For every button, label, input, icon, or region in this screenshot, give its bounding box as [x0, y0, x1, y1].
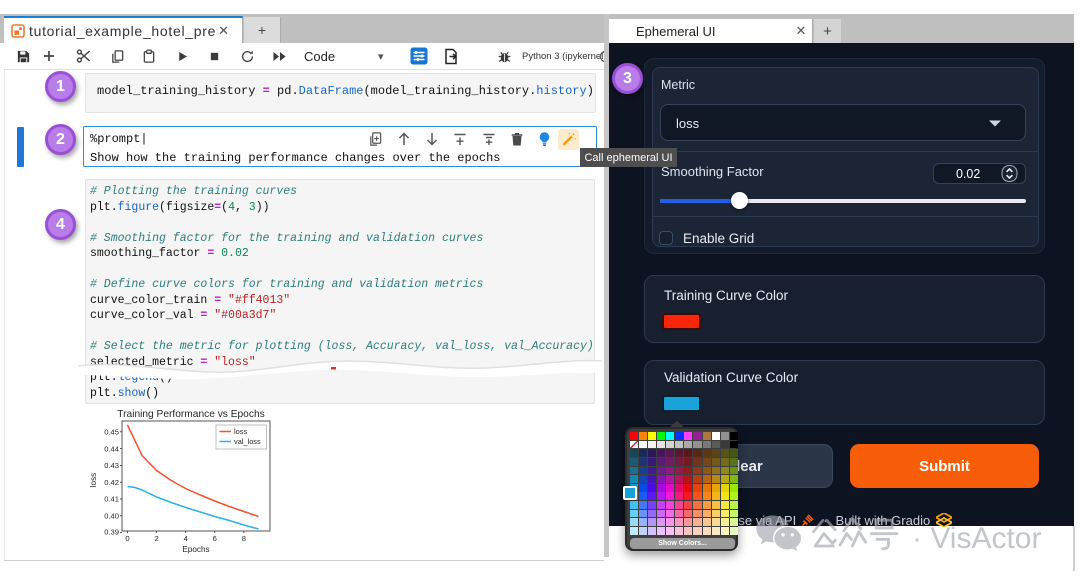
svg-text:0.43: 0.43	[104, 461, 119, 470]
svg-text:6: 6	[213, 534, 217, 543]
svg-text:loss: loss	[89, 473, 98, 488]
svg-text:0.39: 0.39	[104, 527, 119, 536]
svg-text:0: 0	[125, 534, 129, 543]
svg-text:2: 2	[154, 534, 158, 543]
svg-text:4: 4	[184, 534, 188, 543]
svg-text:loss: loss	[234, 427, 247, 436]
svg-text:0.41: 0.41	[104, 495, 119, 504]
svg-text:0.40: 0.40	[104, 512, 119, 521]
svg-text:8: 8	[242, 534, 246, 543]
svg-text:0.45: 0.45	[104, 428, 119, 437]
svg-text:val_loss: val_loss	[234, 437, 261, 446]
svg-text:Training Performance vs Epochs: Training Performance vs Epochs	[117, 409, 264, 420]
svg-text:0.44: 0.44	[104, 444, 119, 453]
svg-text:· VisActor: · VisActor	[912, 522, 1041, 555]
svg-text:0.42: 0.42	[104, 478, 119, 487]
svg-text:Epochs: Epochs	[182, 545, 209, 554]
